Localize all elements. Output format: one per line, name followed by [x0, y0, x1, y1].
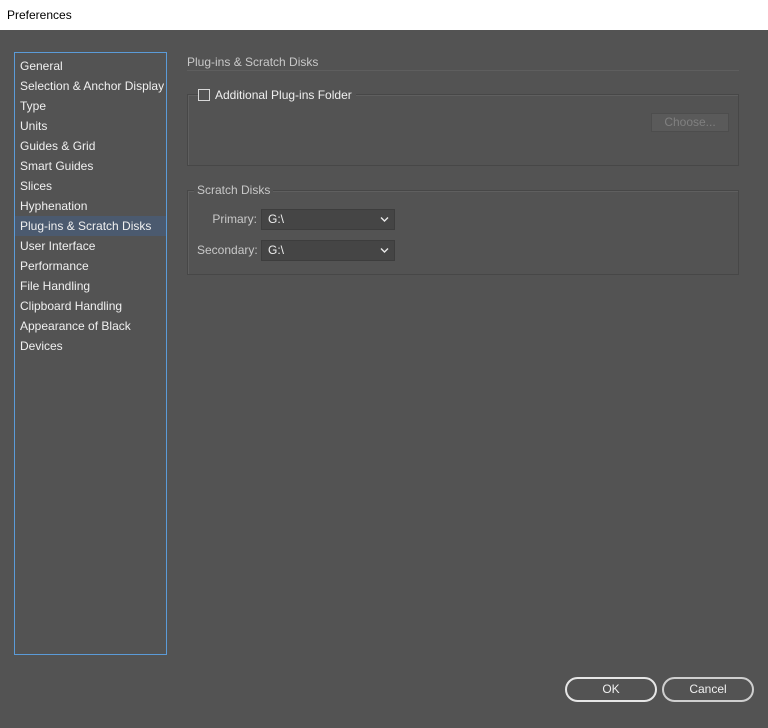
category-item-appearance-of-black[interactable]: Appearance of Black [15, 316, 166, 336]
scratch-disks-group [187, 190, 739, 275]
scratch-disks-legend: Scratch Disks [194, 183, 274, 197]
category-item-plug-ins-and-scratch-disks[interactable]: Plug-ins & Scratch Disks [15, 216, 166, 236]
category-item-slices[interactable]: Slices [15, 176, 166, 196]
secondary-label: Secondary: [197, 243, 258, 257]
category-item-smart-guides[interactable]: Smart Guides [15, 156, 166, 176]
category-items: General Selection & Anchor Display Type Uni… [15, 53, 166, 356]
category-item-units[interactable]: Units [15, 116, 166, 136]
category-item-file-handling[interactable]: File Handling [15, 276, 166, 296]
category-item-selection-and-anchor-display[interactable]: Selection & Anchor Display [15, 76, 166, 96]
primary-disk-value: G:\ [268, 212, 285, 226]
category-item-user-interface[interactable]: User Interface [15, 236, 166, 256]
category-item-devices[interactable]: Devices [15, 336, 166, 356]
choose-button[interactable]: Choose... [651, 113, 729, 132]
secondary-disk-value: G:\ [268, 243, 285, 257]
section-divider [187, 70, 739, 71]
additional-plugins-folder-checkbox[interactable] [198, 89, 210, 101]
window-title: Preferences [7, 8, 72, 22]
secondary-disk-select[interactable]: G:\ [261, 240, 395, 261]
category-item-guides-and-grid[interactable]: Guides & Grid [15, 136, 166, 156]
primary-disk-select[interactable]: G:\ [261, 209, 395, 230]
additional-plugins-folder-checkbox-row[interactable]: Additional Plug-ins Folder [198, 87, 356, 103]
category-item-hyphenation[interactable]: Hyphenation [15, 196, 166, 216]
category-item-type[interactable]: Type [15, 96, 166, 116]
chevron-down-icon [380, 217, 389, 222]
chevron-down-icon [380, 248, 389, 253]
category-item-performance[interactable]: Performance [15, 256, 166, 276]
category-item-clipboard-handling[interactable]: Clipboard Handling [15, 296, 166, 316]
section-title: Plug-ins & Scratch Disks [187, 55, 319, 69]
cancel-button[interactable]: Cancel [662, 677, 754, 702]
primary-label: Primary: [212, 212, 257, 226]
category-list[interactable]: General Selection & Anchor Display Type Uni… [14, 52, 167, 655]
title-bar: Preferences [0, 0, 768, 30]
category-item-general[interactable]: General [15, 56, 166, 76]
additional-plugins-folder-label[interactable]: Additional Plug-ins Folder [215, 88, 352, 102]
ok-button[interactable]: OK [565, 677, 657, 702]
